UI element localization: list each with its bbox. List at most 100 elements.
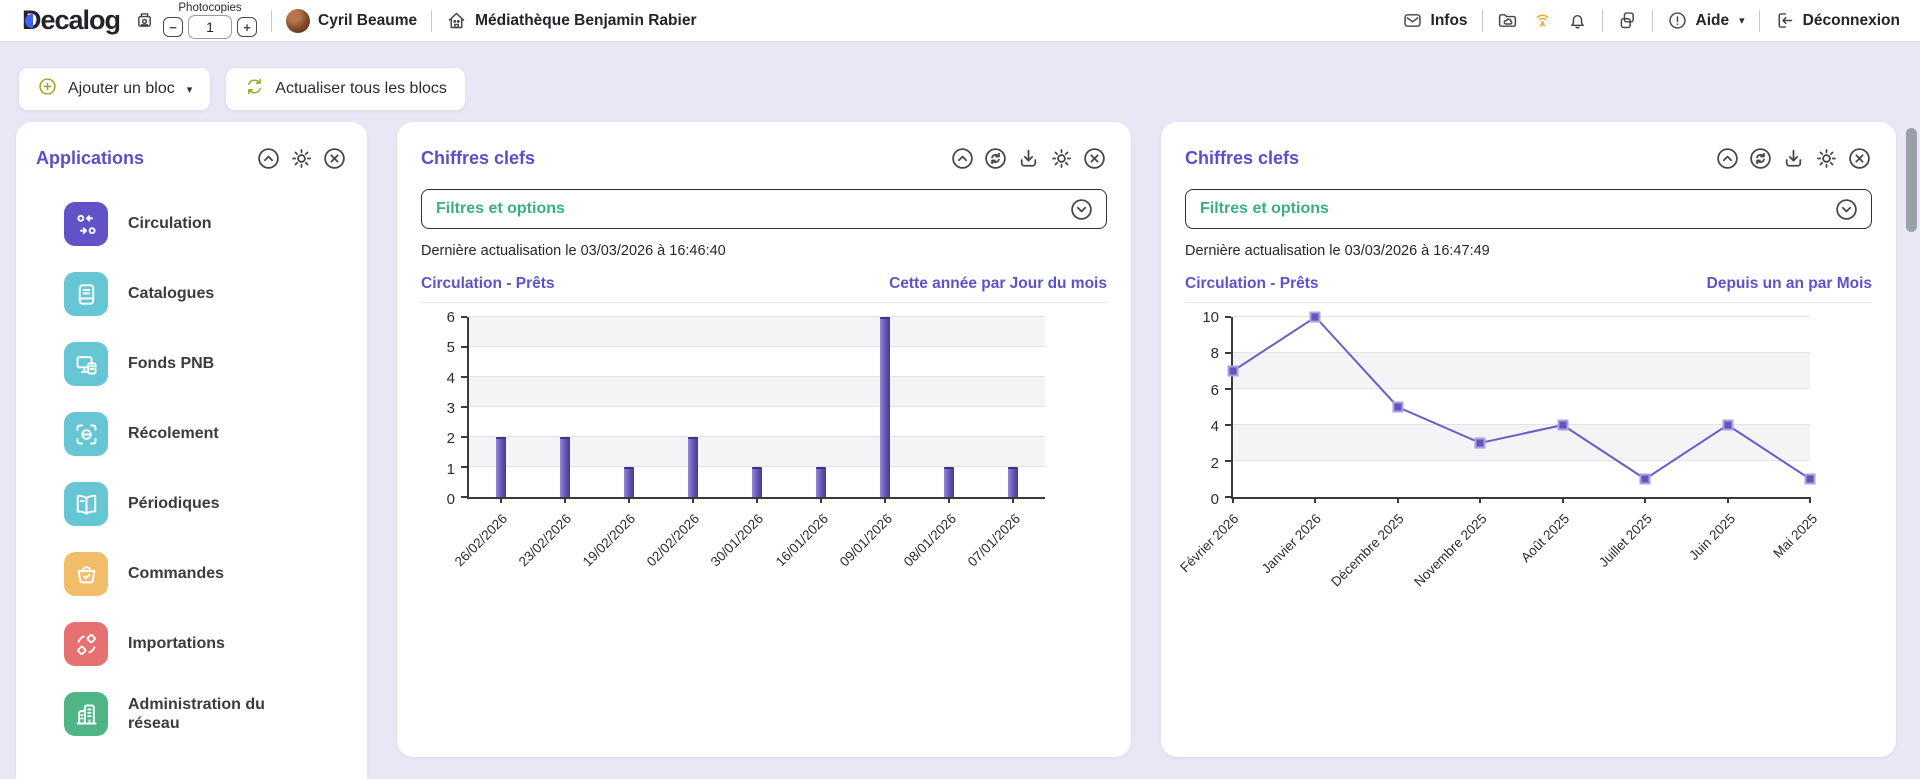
y-tick-label: 6	[1210, 381, 1219, 399]
header-separator	[1758, 9, 1760, 32]
collapse-icon[interactable]	[950, 146, 975, 171]
periodiques-icon	[64, 482, 108, 526]
y-tick-label: 6	[446, 309, 455, 326]
home-icon	[446, 10, 467, 31]
infos-label: Infos	[1430, 11, 1468, 29]
aide-label: Aide	[1695, 11, 1730, 29]
panel-title: Chiffres clefs	[1185, 148, 1300, 168]
chiffres-clefs-panel-2: Chiffres clefs Filtres et options Derniè…	[1161, 122, 1896, 757]
chart-period-selector[interactable]: Depuis un an par Mois	[1707, 275, 1872, 293]
app-item-circulation[interactable]: Circulation	[36, 189, 347, 259]
close-icon[interactable]	[1082, 146, 1107, 171]
applications-list: Circulation Catalogues Fonds PNB Récolement…	[36, 189, 347, 749]
x-tick-label: Août 2025	[1518, 511, 1573, 566]
bar-07/01/2026[interactable]	[1008, 467, 1018, 497]
refresh-circle-icon[interactable]	[983, 146, 1008, 171]
close-icon[interactable]	[322, 146, 347, 171]
collapse-icon[interactable]	[1715, 146, 1740, 171]
y-tick-label: 2	[1210, 454, 1219, 472]
refresh-all-blocks-button[interactable]: Actualiser tous les blocs	[225, 67, 466, 111]
point-Novembre 2025[interactable]	[1474, 437, 1486, 449]
download-icon[interactable]	[1016, 146, 1041, 171]
bar-08/01/2026[interactable]	[944, 467, 954, 497]
aide-menu[interactable]: Aide ▾	[1667, 10, 1745, 31]
point-Juin 2025[interactable]	[1722, 419, 1734, 431]
header-separator	[1601, 9, 1603, 32]
current-library[interactable]: Médiathèque Benjamin Rabier	[446, 10, 696, 31]
x-tick-label: 02/02/2026	[643, 511, 703, 570]
point-Janvier 2026[interactable]	[1309, 311, 1321, 323]
bar-30/01/2026[interactable]	[752, 467, 762, 497]
photocopies-increment-button[interactable]: +	[237, 17, 258, 37]
bar-09/01/2026[interactable]	[880, 317, 890, 497]
app-item-commandes[interactable]: Commandes	[36, 539, 347, 609]
y-tick	[1225, 424, 1231, 426]
scrollbar-thumb[interactable]	[1906, 128, 1917, 232]
filters-accordion[interactable]: Filtres et options	[421, 189, 1107, 229]
x-tick-label: 26/02/2026	[451, 511, 510, 570]
bar-16/01/2026[interactable]	[816, 467, 826, 497]
point-Août 2025[interactable]	[1557, 419, 1569, 431]
x-tick-label: Juin 2025	[1685, 511, 1738, 564]
collapse-icon[interactable]	[256, 146, 281, 171]
x-tick-label: Janvier 2026	[1259, 511, 1325, 577]
envelope-icon	[1402, 10, 1423, 31]
folder-cloud-icon[interactable]	[1497, 10, 1518, 31]
y-tick-label: 2	[446, 430, 455, 448]
point-Juillet 2025[interactable]	[1639, 473, 1651, 485]
y-tick-label: 10	[1202, 309, 1219, 326]
link-icon[interactable]	[1617, 10, 1638, 31]
point-Décembre 2025[interactable]	[1392, 401, 1404, 413]
refresh-circle-icon[interactable]	[1748, 146, 1773, 171]
app-item-importations[interactable]: Importations	[36, 609, 347, 679]
y-tick-label: 5	[446, 339, 455, 357]
filters-label: Filtres et options	[1200, 200, 1329, 217]
decalog-logo[interactable]: Decalog	[20, 5, 121, 36]
current-user[interactable]: Cyril Beaume	[286, 8, 417, 33]
photocopies-count-input[interactable]	[188, 15, 233, 39]
app-item-admin-reseau[interactable]: Administration du réseau	[36, 679, 347, 749]
filters-accordion[interactable]: Filtres et options	[1185, 189, 1872, 229]
filters-label: Filtres et options	[436, 200, 565, 217]
deconnexion-button[interactable]: Déconnexion	[1774, 10, 1900, 31]
settings-icon[interactable]	[1814, 146, 1839, 171]
bar-23/02/2026[interactable]	[559, 437, 570, 497]
app-item-label: Administration du réseau	[128, 695, 265, 732]
y-tick-label: 4	[1210, 418, 1219, 436]
download-icon[interactable]	[1781, 146, 1806, 171]
x-tick-label: 19/02/2026	[579, 511, 639, 570]
chart-period-selector[interactable]: Cette année par Jour du mois	[889, 275, 1107, 293]
logo-accent	[25, 14, 33, 28]
app-item-recolement[interactable]: Récolement	[36, 399, 347, 469]
broadcast-icon[interactable]	[1532, 10, 1553, 31]
photocopies-decrement-button[interactable]: −	[163, 17, 184, 37]
x-tick-label: 23/02/2026	[515, 511, 574, 570]
point-Février 2026[interactable]	[1227, 365, 1239, 377]
close-icon[interactable]	[1847, 146, 1872, 171]
app-header: Decalog Photocopies − + Cyril Beaume Méd…	[0, 0, 1920, 42]
app-item-catalogues[interactable]: Catalogues	[36, 259, 347, 329]
settings-icon[interactable]	[1049, 146, 1074, 171]
deconnexion-label: Déconnexion	[1802, 11, 1900, 29]
bell-icon[interactable]	[1567, 10, 1588, 31]
bar-26/02/2026[interactable]	[495, 437, 506, 497]
x-tick-label: Février 2026	[1177, 511, 1242, 576]
x-tick-label: 07/01/2026	[965, 511, 1024, 570]
point-Mai 2025[interactable]	[1804, 473, 1816, 485]
dashboard-toolbar: Ajouter un bloc ▾ Actualiser tous les bl…	[18, 67, 1920, 111]
infos-button[interactable]: Infos	[1402, 10, 1468, 31]
y-tick-label: 3	[446, 400, 455, 417]
fonds-pnb-icon	[64, 342, 108, 386]
settings-icon[interactable]	[289, 146, 314, 171]
y-tick	[461, 436, 467, 439]
add-block-button[interactable]: Ajouter un bloc ▾	[18, 67, 212, 111]
x-tick-label: Juillet 2025	[1596, 511, 1656, 570]
bar-02/02/2026[interactable]	[688, 437, 698, 497]
logo-text: Decalog	[22, 5, 121, 35]
bar-19/02/2026[interactable]	[624, 467, 634, 497]
app-item-fonds-pnb[interactable]: Fonds PNB	[36, 329, 347, 399]
header-separator	[431, 9, 433, 32]
app-item-periodiques[interactable]: Périodiques	[36, 469, 347, 539]
y-tick-label: 4	[446, 369, 455, 387]
y-tick	[461, 346, 467, 348]
